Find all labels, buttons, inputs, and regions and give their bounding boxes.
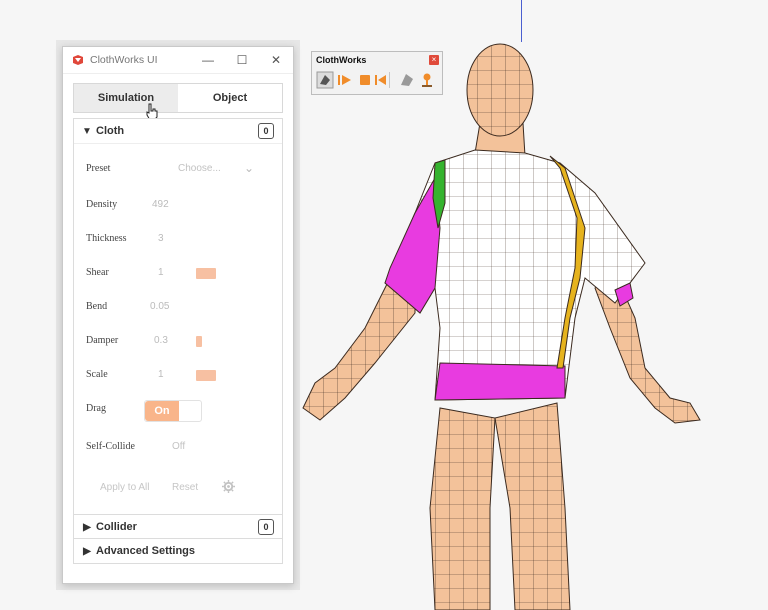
cloth-tool-button[interactable] — [398, 71, 416, 89]
pin-icon — [422, 73, 432, 87]
shear-value[interactable]: 1 — [158, 267, 164, 278]
density-value[interactable]: 492 — [152, 199, 169, 210]
self-collide-off: Off — [172, 441, 186, 452]
density-label: Density — [86, 199, 118, 210]
bend-label: Bend — [86, 301, 108, 312]
damper-row: Damper 0.3 — [86, 332, 276, 352]
cloth-section-title: Cloth — [96, 125, 125, 137]
scale-value[interactable]: 1 — [158, 369, 164, 380]
advanced-settings-title: Advanced Settings — [96, 545, 196, 557]
close-button[interactable]: ✕ — [259, 47, 293, 73]
toolbar-separator — [389, 72, 390, 88]
tab-simulation[interactable]: Simulation — [74, 84, 178, 112]
cloth-tool-icon — [401, 74, 413, 86]
self-collide-row: Self-Collide Off — [86, 438, 276, 458]
self-collide-toggle[interactable]: Off — [144, 438, 200, 458]
drag-row: Drag On — [86, 400, 276, 422]
cloth-settings: Preset Choose... ⌄ Density 492 Thickness… — [74, 143, 282, 518]
collider-count-badge: 0 — [258, 519, 274, 535]
scale-label: Scale — [86, 369, 108, 380]
drag-toggle-on: On — [145, 401, 179, 421]
preset-label: Preset — [86, 163, 111, 174]
chevron-down-icon[interactable]: ⌄ — [244, 161, 254, 175]
advanced-settings-section[interactable]: ▶ Advanced Settings — [73, 538, 283, 564]
reset-button[interactable]: Reset — [172, 482, 198, 493]
pin-button[interactable] — [418, 71, 436, 89]
bend-row: Bend 0.05 — [86, 298, 276, 318]
shear-label: Shear — [86, 267, 109, 278]
cloth-select-button[interactable] — [316, 71, 334, 89]
rewind-button[interactable] — [372, 71, 390, 89]
clothworks-toolbar: ClothWorks × — [311, 51, 443, 95]
magenta-hem — [434, 362, 566, 401]
cloth-actions: Apply to All Reset — [100, 480, 270, 498]
toolbar-title: ClothWorks — [316, 55, 367, 65]
maximize-button[interactable]: ☐ — [225, 47, 259, 73]
play-icon — [338, 75, 351, 85]
gear-icon[interactable] — [222, 480, 235, 493]
collider-section-title: Collider — [96, 521, 137, 533]
cloth-section: ▼ Cloth 0 Preset Choose... ⌄ Density 492… — [73, 118, 283, 520]
rewind-icon — [375, 75, 386, 85]
apply-to-all-button[interactable]: Apply to All — [100, 482, 149, 493]
self-collide-label: Self-Collide — [86, 441, 135, 452]
drag-label: Drag — [86, 403, 106, 414]
app-logo-icon — [73, 55, 83, 65]
cloth-section-header[interactable]: ▼ Cloth 0 — [74, 119, 282, 143]
shear-row: Shear 1 — [86, 264, 276, 284]
toolbar-close-button[interactable]: × — [429, 55, 439, 65]
density-row: Density 492 — [86, 196, 276, 216]
drag-toggle[interactable]: On — [144, 400, 202, 422]
chevron-right-icon: ▶ — [83, 521, 91, 533]
chevron-down-icon: ▼ — [82, 125, 92, 137]
chevron-right-icon: ▶ — [83, 545, 91, 557]
advanced-settings-header[interactable]: ▶ Advanced Settings — [74, 539, 282, 563]
scale-row: Scale 1 — [86, 366, 276, 386]
damper-label: Damper — [86, 335, 119, 346]
preset-row: Preset Choose... ⌄ — [86, 160, 276, 180]
play-button[interactable] — [336, 71, 354, 89]
shear-slider[interactable] — [196, 268, 216, 279]
thickness-label: Thickness — [86, 233, 127, 244]
damper-value[interactable]: 0.3 — [154, 335, 168, 346]
clothworks-ui-window: ClothWorks UI — ☐ ✕ Simulation Object ▼ … — [62, 46, 294, 584]
cloth-select-icon — [316, 71, 334, 89]
tab-object[interactable]: Object — [178, 84, 282, 112]
window-title: ClothWorks UI — [90, 54, 158, 66]
bend-value[interactable]: 0.05 — [150, 301, 169, 312]
mannequin-figure[interactable] — [295, 28, 715, 610]
collider-section[interactable]: ▶ Collider 0 — [73, 514, 283, 540]
thickness-row: Thickness 3 — [86, 230, 276, 250]
damper-slider[interactable] — [196, 336, 202, 347]
cloth-count-badge: 0 — [258, 123, 274, 139]
scale-slider[interactable] — [196, 370, 216, 381]
preset-dropdown[interactable]: Choose... — [178, 163, 221, 174]
window-titlebar[interactable]: ClothWorks UI — ☐ ✕ — [63, 47, 293, 74]
minimize-button[interactable]: — — [191, 47, 225, 73]
thickness-value[interactable]: 3 — [158, 233, 164, 244]
collider-section-header[interactable]: ▶ Collider 0 — [74, 515, 282, 539]
tab-bar: Simulation Object — [73, 83, 283, 113]
